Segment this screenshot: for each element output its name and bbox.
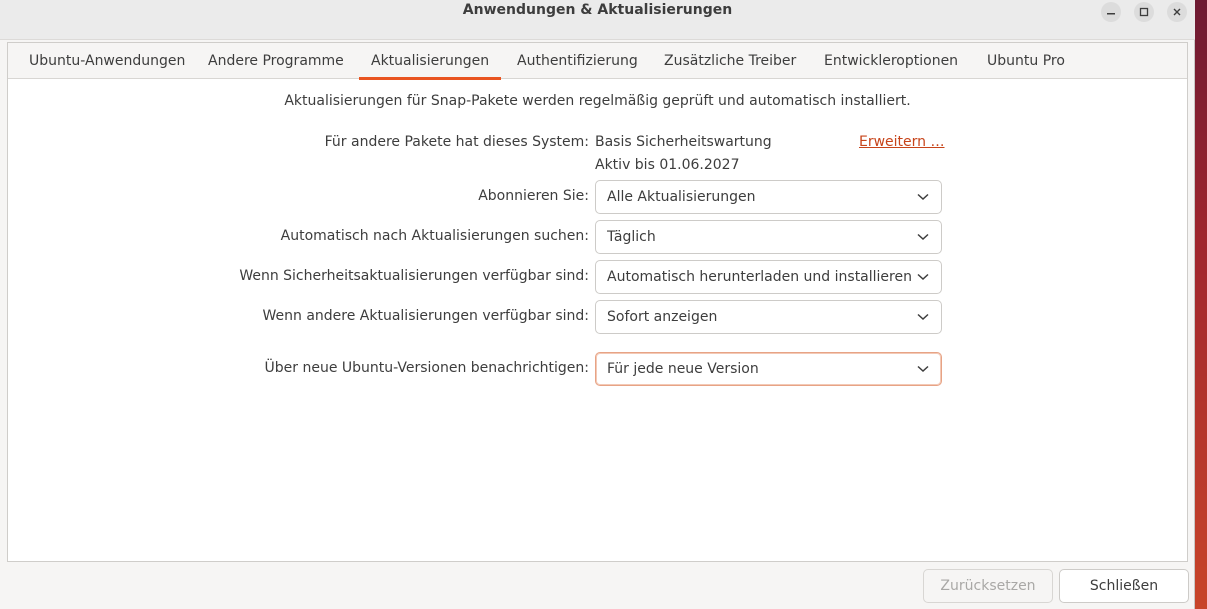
tab-other-software[interactable]: Andere Programme <box>196 43 356 79</box>
window-title: Anwendungen & Aktualisierungen <box>462 2 733 18</box>
other-updates-value: Sofort anzeigen <box>607 309 718 325</box>
support-label: Für andere Pakete hat dieses System: <box>324 134 589 150</box>
tab-developer-options[interactable]: Entwickleroptionen <box>812 43 970 79</box>
tab-notebook: Ubuntu-Anwendungen Andere Programme Aktu… <box>7 42 1188 562</box>
extend-link[interactable]: Erweitern … <box>859 134 945 150</box>
tab-bar: Ubuntu-Anwendungen Andere Programme Aktu… <box>8 43 1187 80</box>
titlebar: Anwendungen & Aktualisierungen <box>0 0 1195 40</box>
snap-info-text: Aktualisierungen für Snap-Pakete werden … <box>284 93 911 109</box>
other-updates-label: Wenn andere Aktualisierungen verfügbar s… <box>262 308 590 324</box>
tab-ubuntu-pro[interactable]: Ubuntu Pro <box>975 43 1077 79</box>
other-updates-dropdown[interactable]: Sofort anzeigen <box>595 300 942 334</box>
reset-button[interactable]: Zurücksetzen <box>923 569 1053 603</box>
chevron-down-icon <box>916 362 930 376</box>
minimize-button[interactable] <box>1101 2 1121 22</box>
maximize-icon <box>1139 7 1149 17</box>
support-value: Basis Sicherheitswartung <box>595 134 772 150</box>
notify-release-dropdown[interactable]: Für jede neue Version <box>595 352 942 386</box>
notify-value: Für jede neue Version <box>607 361 759 377</box>
subscribe-value: Alle Aktualisierungen <box>607 189 756 205</box>
desktop-background <box>1195 0 1207 609</box>
tab-authentication[interactable]: Authentifizierung <box>505 43 650 79</box>
close-icon <box>1173 8 1181 16</box>
maximize-button[interactable] <box>1134 2 1154 22</box>
tab-ubuntu-software[interactable]: Ubuntu-Anwendungen <box>17 43 197 79</box>
security-updates-value: Automatisch herunterladen und installier… <box>607 269 912 285</box>
tab-additional-drivers[interactable]: Zusätzliche Treiber <box>652 43 808 79</box>
check-label: Automatisch nach Aktualisierungen suchen… <box>280 228 589 244</box>
check-interval-dropdown[interactable]: Täglich <box>595 220 942 254</box>
app-window: Anwendungen & Aktualisierungen Ubuntu-An… <box>0 0 1195 609</box>
tab-updates[interactable]: Aktualisierungen <box>359 43 502 80</box>
chevron-down-icon <box>916 270 930 284</box>
close-button[interactable]: Schließen <box>1059 569 1189 603</box>
subscribe-dropdown[interactable]: Alle Aktualisierungen <box>595 180 942 214</box>
chevron-down-icon <box>916 190 930 204</box>
security-updates-label: Wenn Sicherheitsaktualisierungen verfügb… <box>239 268 589 284</box>
security-updates-dropdown[interactable]: Automatisch herunterladen und installier… <box>595 260 942 294</box>
chevron-down-icon <box>916 310 930 324</box>
subscribe-label: Abonnieren Sie: <box>478 188 589 204</box>
minimize-icon <box>1107 13 1115 15</box>
chevron-down-icon <box>916 230 930 244</box>
check-value: Täglich <box>607 229 656 245</box>
support-until: Aktiv bis 01.06.2027 <box>595 157 740 173</box>
notify-label: Über neue Ubuntu-Versionen benachrichtig… <box>264 360 589 376</box>
close-window-button[interactable] <box>1167 2 1187 22</box>
